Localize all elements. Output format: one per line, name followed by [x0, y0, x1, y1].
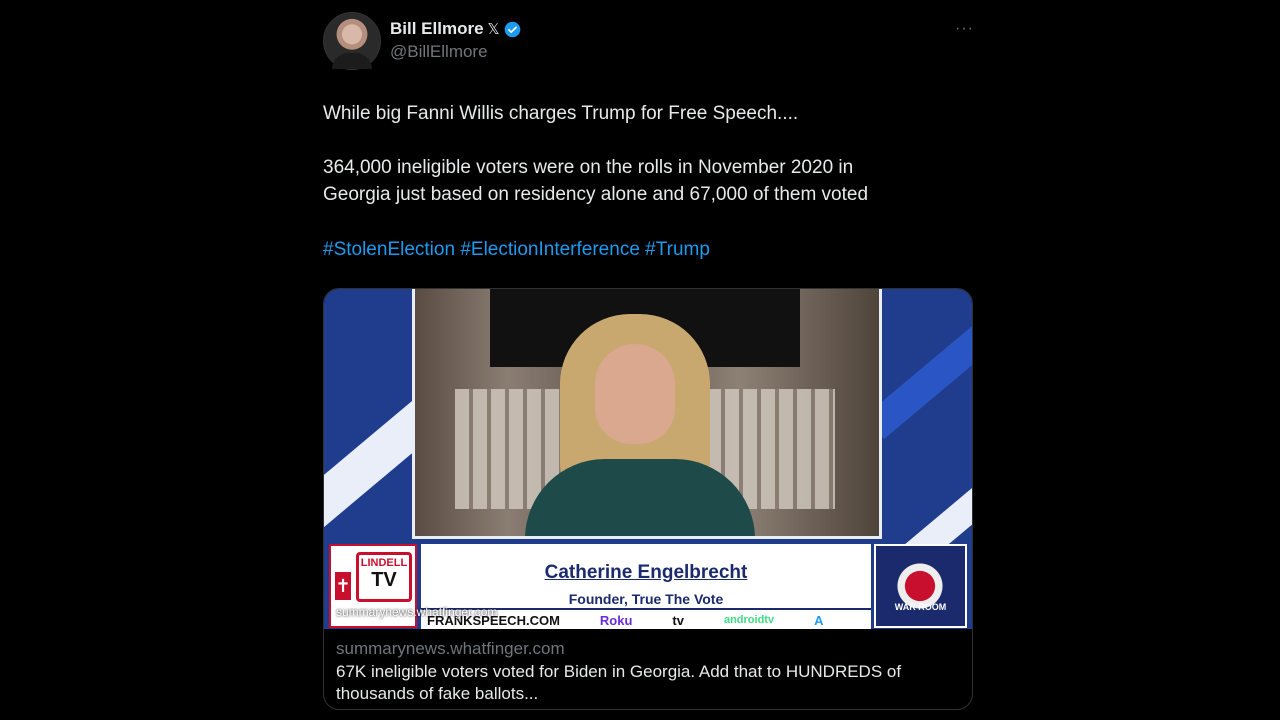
ticker-androidtv: androidtv	[723, 614, 775, 626]
ticker-tv-label: tv	[672, 612, 684, 628]
hashtag-election-interference[interactable]: #ElectionInterference	[460, 239, 640, 260]
speaker-name: Catherine Engelbrecht	[544, 562, 748, 583]
display-name[interactable]: Bill Ellmore	[390, 19, 484, 39]
logo-bottom-text: TV	[371, 569, 397, 591]
war-room-logo: WAR ROOM	[874, 544, 967, 628]
card-meta: summarynews.whatfinger.com 67K ineligibl…	[336, 638, 960, 705]
card-description[interactable]: 67K ineligible voters voted for Biden in…	[336, 661, 960, 705]
more-options-icon[interactable]: ···	[955, 20, 974, 38]
tweet-text-line1: While big Fanni Willis charges Trump for…	[323, 103, 799, 124]
logo-inner: LINDELL TV	[356, 552, 412, 602]
hashtag-stolen-election[interactable]: #StolenElection	[323, 239, 455, 260]
link-card[interactable]: ✝ LINDELL TV Catherine Engelbrecht Found…	[323, 288, 973, 710]
hashtag-trump[interactable]: #Trump	[645, 239, 710, 260]
x-logo-icon: 𝕏	[487, 21, 500, 38]
card-video-thumbnail[interactable]: ✝ LINDELL TV Catherine Engelbrecht Found…	[324, 289, 972, 629]
avatar[interactable]	[323, 12, 381, 70]
speaker-face	[595, 344, 675, 444]
tweet-text-line2a: 364,000 ineligible voters were on the ro…	[323, 157, 854, 178]
avatar-shoulders	[332, 53, 372, 69]
author-handle[interactable]: @BillEllmore	[390, 42, 488, 62]
tweet-text-paragraph2: 364,000 ineligible voters were on the ro…	[323, 154, 973, 208]
logo-top-text: LINDELL	[360, 557, 408, 569]
video-overlay-domain: summarynews.whatfinger.com	[336, 605, 498, 619]
ticker-appletv: tv	[672, 613, 684, 628]
cross-icon: ✝	[335, 572, 351, 600]
war-room-text: WAR ROOM	[894, 602, 947, 612]
author-row: Bill Ellmore 𝕏	[390, 19, 521, 39]
card-domain[interactable]: summarynews.whatfinger.com	[336, 638, 960, 660]
verified-badge-icon	[504, 21, 520, 37]
app-store-icon: A	[814, 612, 824, 628]
tweet-text-line2b: Georgia just based on residency alone an…	[323, 184, 869, 205]
hashtags: #StolenElection #ElectionInterference #T…	[323, 236, 973, 263]
video-frame	[412, 289, 882, 539]
ticker-roku: Roku	[599, 612, 633, 628]
